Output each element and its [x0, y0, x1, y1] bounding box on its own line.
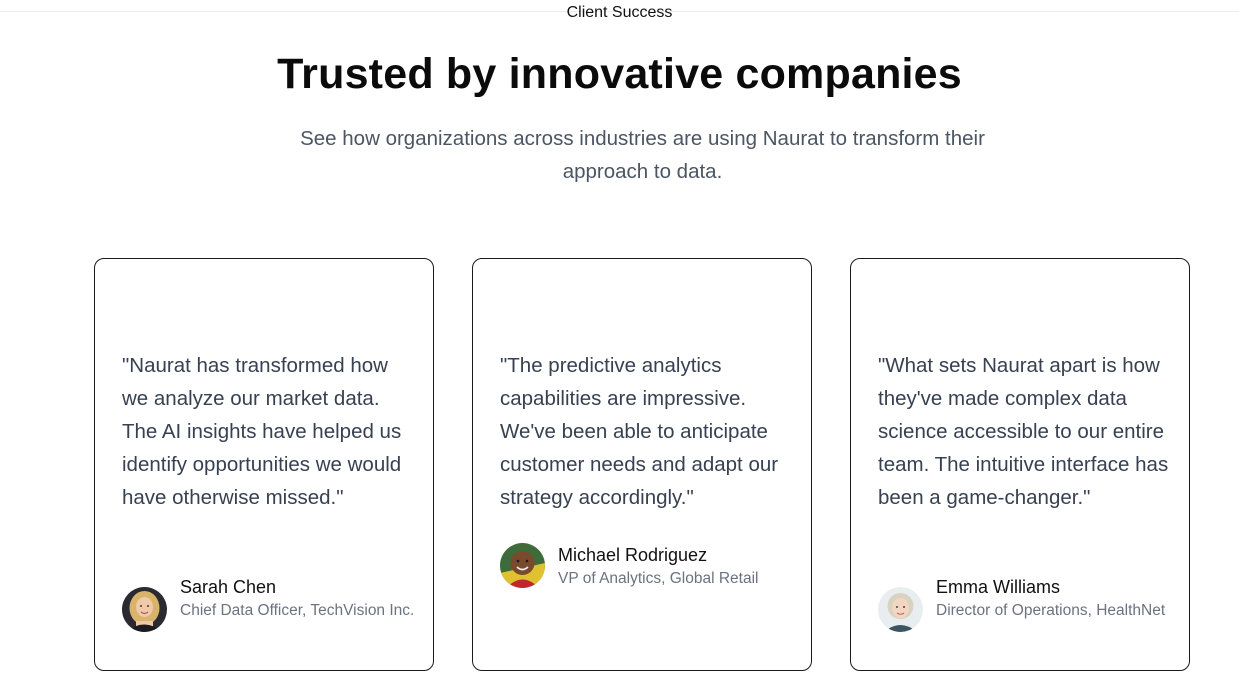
testimonial-author: Emma Williams Director of Operations, He…: [878, 575, 1176, 632]
avatar: [500, 543, 545, 588]
testimonial-card: "What sets Naurat apart is how they've m…: [850, 258, 1190, 671]
avatar: [122, 587, 167, 632]
author-name: Sarah Chen: [180, 577, 277, 597]
author-role: Director of Operations, HealthNet: [936, 602, 1166, 619]
author-name: Emma Williams: [936, 577, 1060, 597]
testimonials-section: Client Success Trusted by innovative com…: [0, 0, 1239, 696]
section-title: Trusted by innovative companies: [277, 50, 962, 98]
avatar: [878, 587, 923, 632]
testimonial-author: Sarah Chen Chief Data Officer, TechVisio…: [122, 575, 420, 632]
testimonial-quote: "The predictive analytics capabilities a…: [500, 354, 779, 509]
testimonial-author: Michael Rodriguez VP of Analytics, Globa…: [500, 543, 798, 590]
section-eyebrow: Client Success: [566, 4, 673, 18]
author-name: Michael Rodriguez: [558, 545, 708, 565]
testimonial-card: "Naurat has transformed how we analyze o…: [94, 258, 434, 671]
section-subtitle: See how organizations across industries …: [300, 127, 985, 183]
testimonial-quote: "What sets Naurat apart is how they've m…: [878, 354, 1169, 509]
author-role: VP of Analytics, Global Retail: [558, 570, 759, 587]
testimonial-card: "The predictive analytics capabilities a…: [472, 258, 812, 671]
testimonial-quote: "Naurat has transformed how we analyze o…: [122, 354, 402, 509]
author-role: Chief Data Officer, TechVision Inc.: [180, 602, 415, 619]
